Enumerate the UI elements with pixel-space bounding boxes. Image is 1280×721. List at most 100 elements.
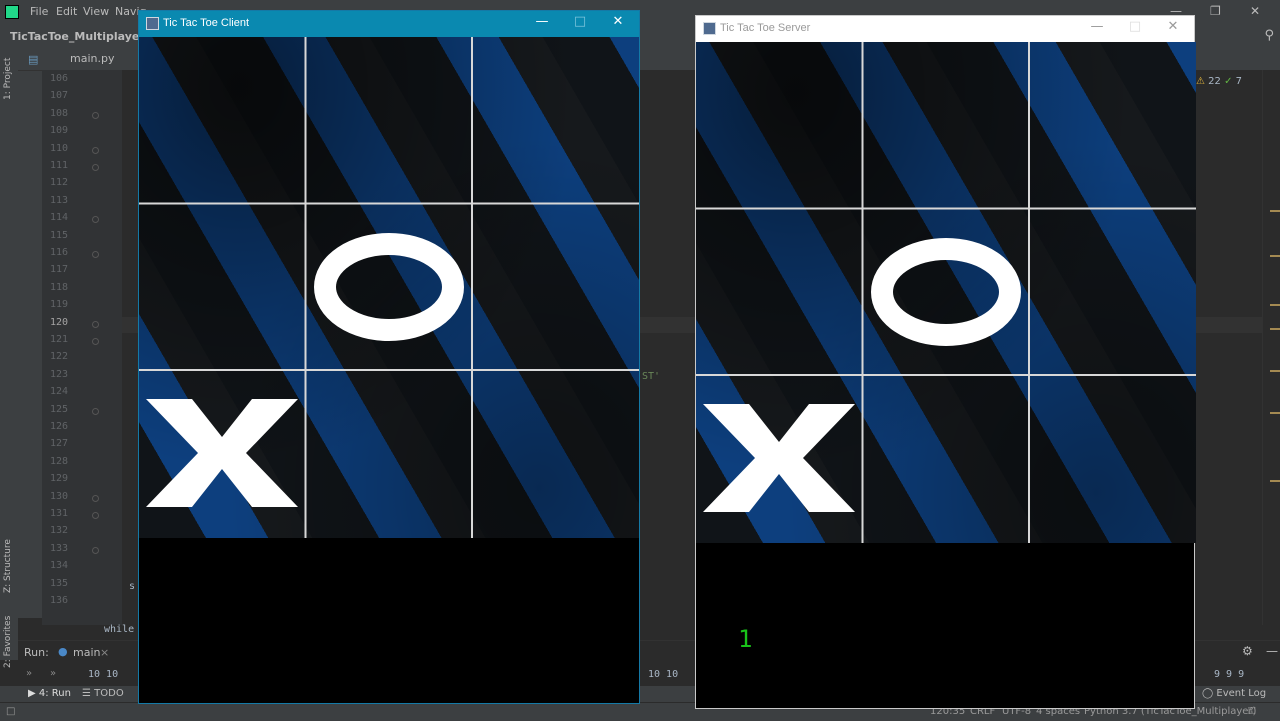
server-cell-2-2[interactable] <box>1029 375 1195 541</box>
line-number: 133 <box>49 542 68 554</box>
server-cell-0-1[interactable] <box>863 42 1029 208</box>
client-cell-2-1[interactable] <box>306 370 472 536</box>
fold-marker-icon[interactable] <box>92 216 99 224</box>
minimize-icon[interactable]: — <box>527 14 557 29</box>
fold-marker-icon[interactable] <box>92 164 99 171</box>
server-cell-2-0-x[interactable] <box>696 375 862 541</box>
line-number: 124 <box>49 386 68 398</box>
line-number: 132 <box>49 525 68 537</box>
fold-marker-icon[interactable] <box>92 320 99 328</box>
fold-marker-icon[interactable] <box>92 546 99 554</box>
server-cell-0-2[interactable] <box>1029 42 1195 208</box>
fold-marker-icon[interactable] <box>92 111 99 119</box>
python-icon: ● <box>58 645 68 658</box>
line-number: 135 <box>49 577 68 589</box>
layout-icon[interactable]: □ <box>6 706 15 717</box>
structure-icon[interactable]: ▤ <box>28 53 38 66</box>
line-number: 123 <box>49 368 68 380</box>
run-output: 9 9 9 <box>1214 669 1245 680</box>
run-config-tab[interactable]: main <box>73 646 100 659</box>
minimize-icon[interactable]: — <box>1266 644 1278 658</box>
app-icon <box>703 22 716 35</box>
menu-edit[interactable]: Edit <box>56 5 77 18</box>
run-output: 10 10 <box>648 669 679 680</box>
line-number: 111 <box>49 160 68 171</box>
line-number: 112 <box>49 177 68 189</box>
client-cell-0-2[interactable] <box>472 37 638 203</box>
line-number: 122 <box>49 351 68 363</box>
fold-marker-icon[interactable] <box>92 407 99 415</box>
menu-view[interactable]: View <box>83 5 109 18</box>
server-game-board[interactable] <box>696 42 1196 543</box>
client-window: Tic Tac Toe Client — □ ✕ <box>138 10 640 704</box>
line-number: 128 <box>49 455 68 467</box>
line-number: 110 <box>49 142 68 154</box>
todo-tool-button[interactable]: ☰ TODO <box>82 688 124 699</box>
structure-tool-label[interactable]: Z: Structure <box>3 539 13 593</box>
fold-marker-icon[interactable] <box>92 251 99 258</box>
maximize-icon[interactable]: □ <box>565 14 595 29</box>
client-cell-2-0-x[interactable] <box>139 370 305 536</box>
tab-main-py[interactable]: main.py <box>70 52 114 65</box>
project-breadcrumb[interactable]: TicTacToe_Multiplayer <box>10 30 145 43</box>
line-number: 126 <box>49 421 68 432</box>
code-fragment: s <box>129 581 136 592</box>
fold-marker-icon[interactable] <box>92 338 99 345</box>
code-string-fragment: ST' <box>642 371 661 382</box>
close-icon[interactable]: ✕ <box>1250 4 1260 18</box>
close-icon[interactable]: ✕ <box>1158 19 1188 34</box>
fold-marker-icon[interactable] <box>92 512 99 519</box>
close-icon[interactable]: ✕ <box>603 14 633 29</box>
line-number: 130 <box>49 490 68 502</box>
fast-forward-icon[interactable]: » <box>26 668 32 679</box>
run-tool-button[interactable]: ▶ 4: Run <box>28 688 71 699</box>
line-number: 113 <box>49 194 68 206</box>
maximize-icon[interactable]: □ <box>1120 19 1150 34</box>
app-icon <box>146 17 159 30</box>
inspection-summary[interactable]: ⚠ 22 ✓ 7 <box>1196 76 1242 87</box>
client-cell-1-1-o[interactable] <box>306 204 472 370</box>
event-log-button[interactable]: ◯ Event Log <box>1202 688 1266 699</box>
close-icon[interactable]: × <box>100 646 109 659</box>
client-cell-1-0[interactable] <box>139 204 305 370</box>
server-cell-1-1-o[interactable] <box>863 209 1029 375</box>
warning-count: 22 <box>1208 76 1221 87</box>
menu-file[interactable]: File <box>30 5 48 18</box>
server-cell-2-1[interactable] <box>863 375 1029 541</box>
line-number: 120 <box>49 316 68 328</box>
line-number: 114 <box>49 212 68 224</box>
client-cell-1-2[interactable] <box>472 204 638 370</box>
minimize-icon[interactable]: — <box>1082 19 1112 34</box>
search-icon[interactable]: ⚲ <box>1264 28 1274 43</box>
lock-icon[interactable]: ⚿ <box>1248 706 1256 717</box>
gear-icon[interactable]: ⚙ <box>1242 644 1253 658</box>
fold-marker-icon[interactable] <box>92 146 99 154</box>
line-number: 109 <box>49 125 68 137</box>
server-cell-1-2[interactable] <box>1029 209 1195 375</box>
client-cell-2-2[interactable] <box>472 370 638 536</box>
client-status-area <box>139 538 639 703</box>
list-icon: ☰ <box>82 688 91 699</box>
line-number: 134 <box>49 560 68 572</box>
client-cell-0-1[interactable] <box>306 37 472 203</box>
server-cell-1-0[interactable] <box>696 209 862 375</box>
fold-marker-icon[interactable] <box>92 494 99 502</box>
line-number: 119 <box>49 299 68 311</box>
favorites-tool-label[interactable]: 2: Favorites <box>3 616 13 668</box>
server-window-title: Tic Tac Toe Server <box>720 22 811 34</box>
project-tool-label[interactable]: 1: Project <box>3 58 13 100</box>
client-titlebar[interactable]: Tic Tac Toe Client — □ ✕ <box>139 11 639 37</box>
client-game-board[interactable] <box>139 37 639 538</box>
move-counter: 1 <box>738 625 753 653</box>
client-window-title: Tic Tac Toe Client <box>163 17 250 29</box>
project-panel <box>18 48 42 618</box>
ok-count: 7 <box>1235 76 1243 87</box>
fast-forward-icon[interactable]: » <box>50 668 56 679</box>
line-number: 107 <box>49 90 68 102</box>
line-number: 115 <box>49 229 68 241</box>
server-cell-0-0[interactable] <box>696 42 862 208</box>
restore-icon[interactable]: ❐ <box>1210 4 1221 18</box>
server-titlebar[interactable]: Tic Tac Toe Server — □ ✕ <box>696 16 1194 42</box>
pycharm-icon <box>5 5 19 19</box>
client-cell-0-0[interactable] <box>139 37 305 203</box>
